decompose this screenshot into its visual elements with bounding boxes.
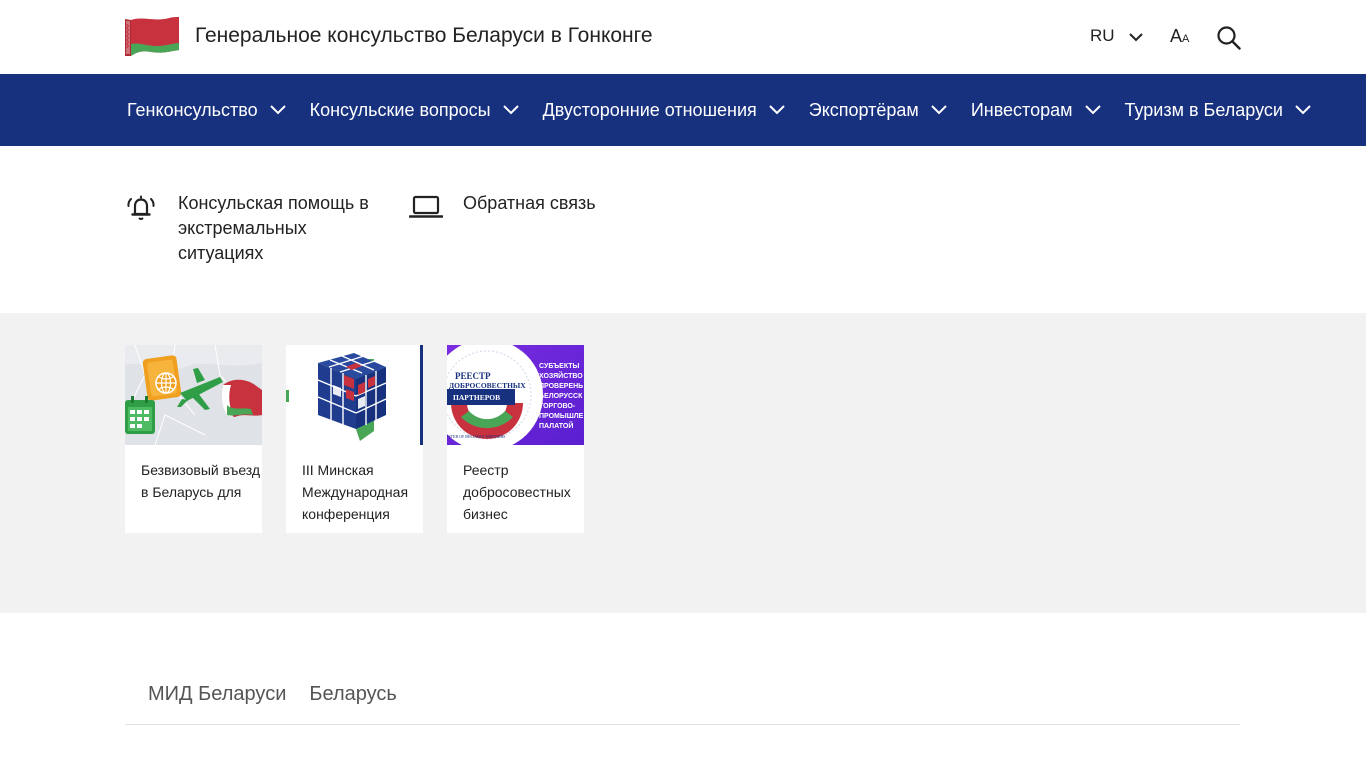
nav-item-label: Консульские вопросы <box>309 99 491 120</box>
nav-item-label: Двусторонние отношения <box>542 99 757 120</box>
language-selector[interactable]: RU <box>1090 26 1143 46</box>
laptop-icon <box>409 195 443 218</box>
quick-link-emergency-help[interactable]: Консульская помощь в экстремальных ситуа… <box>126 191 378 266</box>
nav-item-investors[interactable]: Инвесторам <box>971 100 1101 121</box>
nav-item-label: Экспортёрам <box>808 99 919 120</box>
rubiks-cube-illustration <box>286 345 423 445</box>
nav-item-consular-issues[interactable]: Консульские вопросы <box>310 100 519 121</box>
chevron-down-icon <box>769 105 785 115</box>
card-image-minsk-conference <box>286 345 423 445</box>
registry-sub: ISTER OF RELIABLE PARTNERS <box>447 434 505 439</box>
nav-item-genconsulate[interactable]: Генконсульство <box>127 100 286 121</box>
main-navigation: Генконсульство Консульские вопросы Двуст… <box>0 74 1366 146</box>
belarus-flag-logo[interactable] <box>125 16 179 58</box>
registry-right-5: ПРОМЫШЛЕ <box>539 413 584 420</box>
registry-logo-illustration: РЕЕСТР ДОБРОСОВЕСТНЫХ ПАРТНЕРОВ ISTER OF… <box>447 345 584 445</box>
registry-right-3: БЕЛОРУССК <box>539 393 583 400</box>
language-label: RU <box>1090 26 1115 45</box>
registry-right-0: СУБЪЕКТЫ <box>539 363 580 370</box>
quick-link-label: Консульская помощь в экстремальных ситуа… <box>178 193 369 263</box>
site-title[interactable]: Генеральное консульство Беларуси в Гонко… <box>195 24 653 48</box>
card-text: III Минская Международная конференция <box>302 462 409 522</box>
card-image-reliable-partners: РЕЕСТР ДОБРОСОВЕСТНЫХ ПАРТНЕРОВ ISTER OF… <box>447 345 584 445</box>
footer-link-mfa[interactable]: МИД Беларуси <box>148 683 286 706</box>
site-footer: МИД Беларуси Беларусь <box>0 613 1366 768</box>
chevron-down-icon <box>1128 32 1143 41</box>
registry-right-6: ПАЛАТОЙ <box>539 421 573 430</box>
registry-right-2: ПРОВЕРЕНЬ <box>539 383 583 390</box>
registry-title-1: РЕЕСТР <box>455 371 491 381</box>
quick-link-feedback[interactable]: Обратная связь <box>409 191 596 221</box>
card-text: Реестр добросовестных бизнес <box>463 462 571 522</box>
chevron-down-icon <box>1295 105 1311 115</box>
footer-link-belarus[interactable]: Беларусь <box>309 683 396 706</box>
registry-right-1: ХОЗЯЙСТВО <box>539 371 583 380</box>
registry-right-4: ТОРГОВО- <box>539 403 576 410</box>
news-card-visa-free[interactable]: Безвизовый въезд в Беларусь для <box>125 345 262 533</box>
nav-item-label: Туризм в Беларуси <box>1124 99 1283 120</box>
chevron-down-icon <box>931 105 947 115</box>
quick-link-label: Обратная связь <box>463 193 596 213</box>
font-size-small: A <box>1182 33 1190 45</box>
nav-item-exporters[interactable]: Экспортёрам <box>809 100 947 121</box>
search-icon[interactable] <box>1216 25 1241 50</box>
nav-items: Генконсульство Консульские вопросы Двуст… <box>127 74 1311 146</box>
site-header: Генеральное консульство Беларуси в Гонко… <box>0 0 1366 74</box>
font-size-toggle[interactable]: AA <box>1170 26 1189 47</box>
chevron-down-icon <box>269 105 286 115</box>
footer-divider <box>125 724 1240 725</box>
chevron-down-icon <box>502 105 519 115</box>
nav-item-label: Инвесторам <box>970 99 1073 120</box>
card-text: Безвизовый въезд в Беларусь для <box>141 462 261 500</box>
registry-title-3: ПАРТНЕРОВ <box>453 393 500 402</box>
font-size-big: A <box>1170 26 1183 46</box>
footer-links: МИД Беларуси Беларусь <box>148 683 420 706</box>
news-card-reliable-partners[interactable]: РЕЕСТР ДОБРОСОВЕСТНЫХ ПАРТНЕРОВ ISTER OF… <box>447 345 584 533</box>
alarm-bell-icon <box>127 195 155 220</box>
registry-title-2: ДОБРОСОВЕСТНЫХ <box>449 381 526 390</box>
nav-item-label: Генконсульство <box>127 99 258 120</box>
nav-item-bilateral-relations[interactable]: Двусторонние отношения <box>543 100 785 121</box>
news-cards-section: Безвизовый въезд в Беларусь для III Минс… <box>0 313 1366 613</box>
quick-links: Консульская помощь в экстремальных ситуа… <box>0 146 1366 313</box>
chevron-down-icon <box>1084 105 1101 115</box>
nav-item-tourism[interactable]: Туризм в Беларуси <box>1125 100 1311 121</box>
news-card-minsk-conference[interactable]: III Минская Международная конференция <box>286 345 423 533</box>
card-image-visa-free <box>125 345 262 445</box>
visa-free-illustration <box>125 345 262 445</box>
